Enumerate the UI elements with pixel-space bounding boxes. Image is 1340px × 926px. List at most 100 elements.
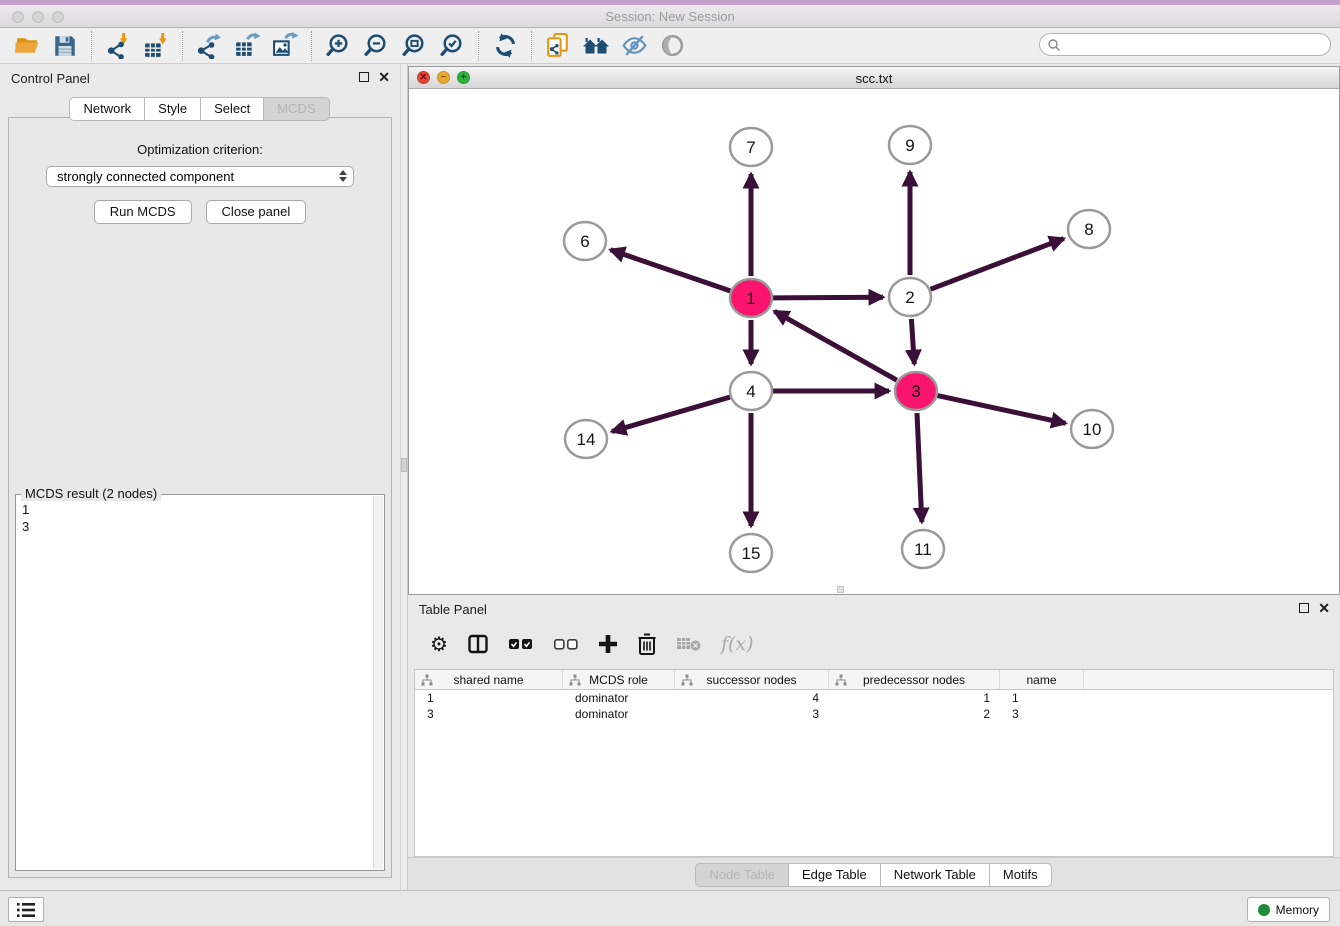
column-header-MCDS-role[interactable]: MCDS role xyxy=(563,670,675,689)
list-icon xyxy=(16,902,36,918)
function-builder-icon[interactable]: f(x) xyxy=(721,633,754,655)
search-input[interactable] xyxy=(1061,36,1330,54)
optimization-select[interactable]: strongly connected component xyxy=(46,166,354,187)
import-table-icon[interactable] xyxy=(141,31,171,61)
result-scrollbar[interactable] xyxy=(373,496,383,869)
table-tabs: Node TableEdge TableNetwork TableMotifs xyxy=(696,863,1051,887)
open-session-icon[interactable] xyxy=(12,31,42,61)
column-header-predecessor-nodes[interactable]: predecessor nodes xyxy=(829,670,1000,689)
main-toolbar xyxy=(0,28,1340,64)
import-network-icon[interactable] xyxy=(103,31,133,61)
export-image-icon[interactable] xyxy=(270,31,300,61)
show-column-panel-icon[interactable] xyxy=(467,633,489,655)
apply-layout-refresh-icon[interactable] xyxy=(490,31,520,61)
mcds-result-text[interactable]: 1 3 xyxy=(16,498,372,870)
canvas-resize-handle[interactable] xyxy=(837,586,844,593)
cell-name[interactable]: 3 xyxy=(1000,706,1084,722)
table-settings-gear-icon[interactable]: ⚙ xyxy=(430,632,448,657)
task-history-button[interactable] xyxy=(8,897,44,922)
close-panel-button[interactable]: Close panel xyxy=(206,200,307,224)
table-tab-motifs[interactable]: Motifs xyxy=(989,863,1052,887)
table-tabs-strip: Node TableEdge TableNetwork TableMotifs xyxy=(408,857,1340,890)
hide-graphics-details-icon[interactable] xyxy=(619,31,649,61)
memory-button[interactable]: Memory xyxy=(1247,897,1330,922)
graph-edge-1-6[interactable] xyxy=(611,250,731,291)
optimization-select-value: strongly connected component xyxy=(57,169,234,184)
graph-edge-4-14[interactable] xyxy=(612,397,730,431)
clone-network-icon[interactable] xyxy=(543,31,573,61)
table-tab-node-table[interactable]: Node Table xyxy=(695,863,789,887)
graph-node-label-14: 14 xyxy=(577,430,596,449)
control-tab-mcds[interactable]: MCDS xyxy=(263,97,329,121)
window-title: Session: New Session xyxy=(0,9,1340,24)
table-body: 1dominator4113dominator323 xyxy=(415,690,1333,722)
control-tab-network[interactable]: Network xyxy=(69,97,145,121)
cell-shared-name[interactable]: 1 xyxy=(415,690,563,706)
cell-name[interactable]: 1 xyxy=(1000,690,1084,706)
network-canvas[interactable]: 7968124314101511 xyxy=(409,89,1339,594)
close-table-panel-icon[interactable]: ✕ xyxy=(1318,603,1330,613)
graph-node-label-3: 3 xyxy=(911,382,920,401)
zoom-in-icon[interactable] xyxy=(323,31,353,61)
control-panel: Control Panel ✕ NetworkStyleSelectMCDS O… xyxy=(0,64,400,890)
float-table-panel-icon[interactable] xyxy=(1299,603,1309,613)
graph-edge-1-2[interactable] xyxy=(773,297,883,298)
control-tab-style[interactable]: Style xyxy=(144,97,201,121)
control-tab-select[interactable]: Select xyxy=(200,97,264,121)
delete-column-icon[interactable] xyxy=(637,633,657,655)
column-header-successor-nodes[interactable]: successor nodes xyxy=(675,670,829,689)
create-column-icon[interactable] xyxy=(598,634,618,654)
export-table-icon[interactable] xyxy=(232,31,262,61)
status-bar: Memory xyxy=(0,890,1340,926)
graph-node-label-7: 7 xyxy=(746,138,755,157)
graph-edge-2-8[interactable] xyxy=(931,239,1064,290)
mcds-result-box: MCDS result (2 nodes) 1 3 xyxy=(15,494,385,871)
toolbar-separator xyxy=(182,31,183,61)
zoom-fit-icon[interactable] xyxy=(399,31,429,61)
graph-edge-3-1[interactable] xyxy=(775,311,897,380)
table-row[interactable]: 3dominator323 xyxy=(415,706,1333,722)
graph-node-label-2: 2 xyxy=(905,288,914,307)
close-panel-icon[interactable]: ✕ xyxy=(378,72,390,82)
select-all-columns-icon[interactable] xyxy=(508,637,534,651)
network-titlebar[interactable]: ✕ − + scc.txt xyxy=(409,67,1339,89)
zoom-out-icon[interactable] xyxy=(361,31,391,61)
cell-MCDS-role[interactable]: dominator xyxy=(563,690,675,706)
graph-edge-2-3[interactable] xyxy=(911,319,914,364)
show-graphics-details-icon[interactable] xyxy=(657,31,687,61)
divider-grip[interactable] xyxy=(401,458,407,472)
cell-predecessor-nodes[interactable]: 1 xyxy=(829,690,1000,706)
graph-edge-3-10[interactable] xyxy=(938,396,1066,424)
table-tab-edge-table[interactable]: Edge Table xyxy=(788,863,881,887)
column-header-name[interactable]: name xyxy=(1000,670,1084,689)
cell-predecessor-nodes[interactable]: 2 xyxy=(829,706,1000,722)
column-header-shared-name[interactable]: shared name xyxy=(415,670,563,689)
table-tab-network-table[interactable]: Network Table xyxy=(880,863,990,887)
cell-successor-nodes[interactable]: 4 xyxy=(675,690,829,706)
deselect-all-columns-icon[interactable] xyxy=(553,637,579,651)
cell-MCDS-role[interactable]: dominator xyxy=(563,706,675,722)
graph-edge-3-11[interactable] xyxy=(917,413,922,522)
zoom-selected-icon[interactable] xyxy=(437,31,467,61)
run-mcds-button[interactable]: Run MCDS xyxy=(94,200,192,224)
cell-successor-nodes[interactable]: 3 xyxy=(675,706,829,722)
column-label: predecessor nodes xyxy=(863,673,965,687)
optimization-label: Optimization criterion: xyxy=(9,142,391,157)
column-label: successor nodes xyxy=(706,673,796,687)
network-title: scc.txt xyxy=(409,71,1339,86)
export-network-icon[interactable] xyxy=(194,31,224,61)
network-graph: 7968124314101511 xyxy=(409,89,1339,594)
column-label: name xyxy=(1026,673,1056,687)
float-panel-icon[interactable] xyxy=(359,72,369,82)
split-divider[interactable] xyxy=(400,64,408,890)
toolbar-separator xyxy=(91,31,92,61)
graph-node-label-11: 11 xyxy=(914,540,932,559)
table-row[interactable]: 1dominator411 xyxy=(415,690,1333,706)
delete-table-icon[interactable] xyxy=(676,636,702,652)
save-session-icon[interactable] xyxy=(50,31,80,61)
home-icon[interactable] xyxy=(581,31,611,61)
control-panel-title: Control Panel xyxy=(11,71,90,86)
node-table: shared name MCDS role successor nodes prede… xyxy=(414,669,1334,857)
cell-shared-name[interactable]: 3 xyxy=(415,706,563,722)
column-label: MCDS role xyxy=(589,673,648,687)
